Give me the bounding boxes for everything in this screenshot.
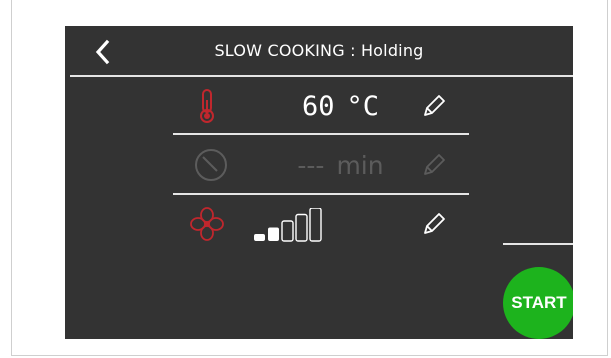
row-divider [173,133,469,135]
row-divider [173,193,469,195]
time-unit: min [336,150,384,180]
edit-fan-button[interactable] [421,211,447,237]
page-title: SLOW COOKING : Holding [214,41,424,60]
fan-level-bar-inactive [295,213,308,242]
start-divider [503,243,573,245]
thermometer-icon [187,88,227,124]
fan-row [173,196,469,252]
header-divider [70,75,573,77]
edit-temperature-button[interactable] [421,93,447,119]
temperature-value[interactable]: 60 °C [268,88,413,124]
fan-icon [187,206,227,242]
fan-level-bar-inactive [309,207,322,242]
fan-level-bar-active [254,234,265,241]
start-button[interactable]: START [503,267,573,339]
time-number: --- [297,150,325,180]
edit-time-button[interactable] [421,152,447,178]
pencil-icon [424,95,445,116]
device-frame: SLOW COOKING : Holding 60 °C --- min STA… [11,0,608,356]
temperature-unit: °C [346,90,380,122]
clock-icon [187,147,227,183]
fan-speed-indicator[interactable] [253,207,333,242]
fan-level-bar-active [268,227,279,241]
fan-level-bar-inactive [281,220,294,242]
temperature-row: 60 °C [173,78,469,134]
pencil-icon [424,213,445,234]
time-value[interactable]: --- min [268,147,413,183]
header-bar: SLOW COOKING : Holding [65,26,573,76]
time-row: --- min [173,137,469,193]
control-panel-screen: SLOW COOKING : Holding 60 °C --- min STA… [65,26,573,339]
temperature-number: 60 [301,90,335,122]
pencil-icon [424,154,445,175]
